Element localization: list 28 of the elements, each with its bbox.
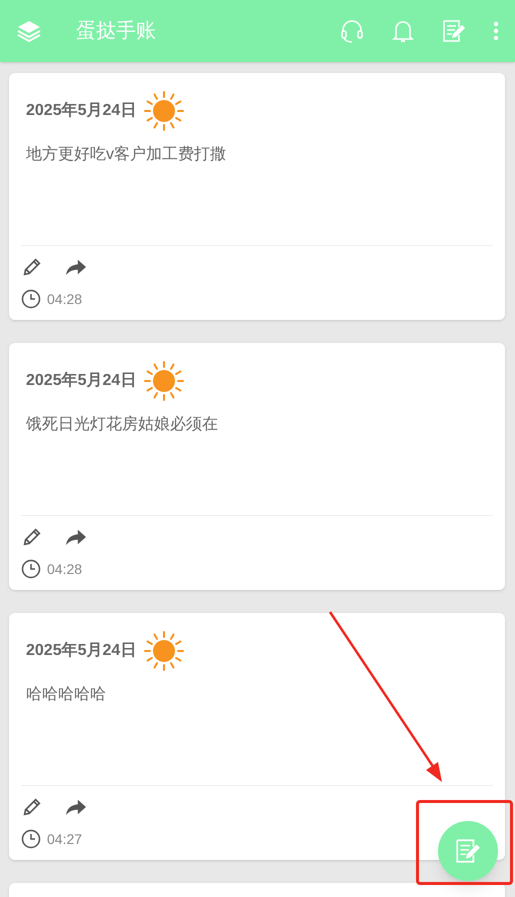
clock-icon [21,289,41,309]
edit-button[interactable] [21,796,43,818]
more-icon [493,21,499,41]
pencil-icon [21,526,43,548]
pencil-icon [21,796,43,818]
app-title: 蛋挞手账 [76,19,156,44]
sun-icon [144,631,184,671]
bell-icon [391,18,415,44]
edit-button[interactable] [21,256,43,278]
sun-icon [144,91,184,131]
pencil-icon [21,256,43,278]
entry-text: 饿死日光灯花房姑娘必须在 [26,416,218,433]
entry-time: 04:28 [47,290,82,308]
clock-icon [21,559,41,579]
sun-icon [144,361,184,401]
note-pencil-icon [441,18,467,44]
note-pencil-icon [454,837,482,865]
entry-date: 2025年5月24日 [26,640,136,661]
entry-text: 地方更好吃v客户加工费打撒 [26,146,226,163]
entry-time: 04:28 [47,560,82,578]
edit-button[interactable] [21,526,43,548]
clock-icon [21,829,41,849]
headset-icon [339,18,365,44]
entry-text: 哈哈哈哈哈 [26,686,106,703]
entry-date: 2025年5月24日 [26,370,136,391]
entry-date: 2025年5月24日 [26,100,136,121]
entry-time: 04:27 [47,830,82,848]
layers-icon [16,19,42,43]
